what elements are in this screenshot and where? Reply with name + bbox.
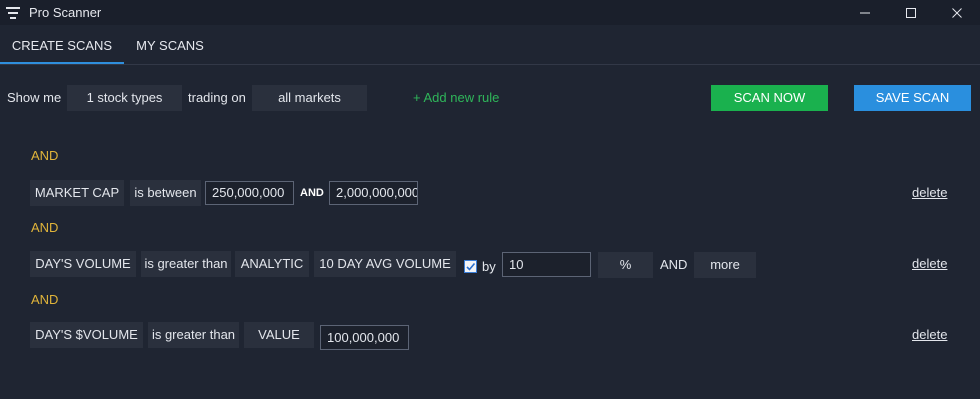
checkmark-icon: [466, 262, 476, 271]
close-icon: [952, 7, 962, 18]
tab-create-scans[interactable]: CREATE SCANS: [0, 28, 124, 64]
tab-my-scans[interactable]: MY SCANS: [124, 28, 216, 64]
delete-rule-link[interactable]: delete: [912, 251, 947, 277]
rule-field-dropdown[interactable]: DAY'S VOLUME: [30, 251, 136, 277]
value-input[interactable]: 100,000,000: [320, 325, 409, 350]
max-value-input[interactable]: 2,000,000,000: [329, 181, 418, 205]
and-label: AND: [660, 257, 688, 272]
trading-on-label: trading on: [188, 90, 246, 105]
by-label: by: [482, 259, 496, 274]
rule-connector: AND: [31, 220, 59, 235]
delete-rule-link[interactable]: delete: [912, 322, 947, 348]
rule-field-dropdown[interactable]: MARKET CAP: [30, 180, 124, 206]
maximize-icon: [906, 7, 916, 18]
window-controls: [842, 0, 980, 25]
markets-dropdown[interactable]: all markets: [252, 85, 367, 111]
rule-field-dropdown[interactable]: DAY'S $VOLUME: [30, 322, 143, 348]
window-title: Pro Scanner: [29, 5, 102, 20]
compare-type-dropdown[interactable]: ANALYTIC: [235, 251, 309, 277]
rule-connector: AND: [31, 292, 59, 307]
compare-type-dropdown[interactable]: VALUE: [244, 322, 314, 348]
stock-types-dropdown[interactable]: 1 stock types: [67, 85, 182, 111]
rule-operator-dropdown[interactable]: is greater than: [141, 251, 231, 277]
unit-dropdown[interactable]: %: [598, 252, 653, 278]
close-button[interactable]: [934, 0, 980, 25]
min-value-input[interactable]: 250,000,000: [205, 181, 294, 205]
tab-bar: CREATE SCANS MY SCANS: [0, 28, 980, 65]
analytic-metric-dropdown[interactable]: 10 DAY AVG VOLUME: [314, 251, 456, 277]
title-bar: Pro Scanner: [0, 0, 980, 25]
rule-row-days-dollar-volume: DAY'S $VOLUME is greater than VALUE 100,…: [0, 322, 980, 350]
maximize-button[interactable]: [888, 0, 934, 25]
direction-dropdown[interactable]: more: [694, 252, 756, 278]
rule-row-days-volume: DAY'S VOLUME is greater than ANALYTIC 10…: [0, 251, 980, 278]
scan-toolbar: Show me 1 stock types trading on all mar…: [0, 84, 980, 112]
save-scan-button[interactable]: SAVE SCAN: [854, 85, 971, 111]
rule-row-market-cap: MARKET CAP is between 250,000,000 AND 2,…: [0, 180, 980, 206]
minimize-icon: [860, 12, 870, 13]
rule-operator-dropdown[interactable]: is between: [130, 180, 201, 206]
by-checkbox[interactable]: [464, 260, 477, 273]
minimize-button[interactable]: [842, 0, 888, 25]
delete-rule-link[interactable]: delete: [912, 180, 947, 206]
by-value-input[interactable]: 10: [502, 252, 591, 277]
filter-menu-icon[interactable]: [6, 6, 20, 19]
show-me-label: Show me: [7, 90, 62, 105]
add-new-rule-link[interactable]: + Add new rule: [413, 84, 499, 112]
between-and-label: AND: [300, 187, 324, 199]
scan-now-button[interactable]: SCAN NOW: [711, 85, 828, 111]
rule-connector: AND: [31, 148, 59, 163]
rule-operator-dropdown[interactable]: is greater than: [148, 322, 239, 348]
